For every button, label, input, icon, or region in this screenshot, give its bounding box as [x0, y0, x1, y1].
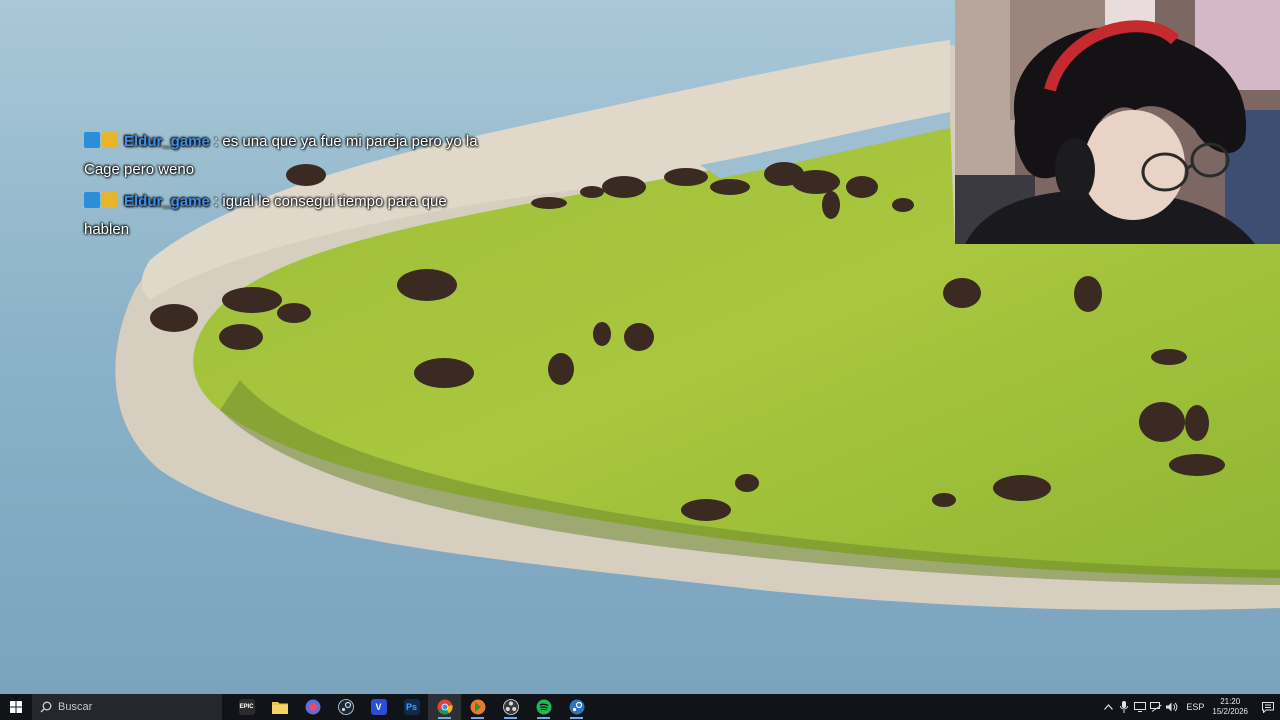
taskbar-search[interactable]: Buscar — [32, 694, 222, 720]
chat-separator: : — [214, 193, 219, 211]
chat-separator: : — [214, 133, 219, 150]
taskbar-app-circle[interactable] — [296, 694, 329, 720]
photoshop-icon: Ps — [403, 699, 420, 715]
input-language[interactable]: ESP — [1186, 702, 1204, 712]
taskbar-app-chrome[interactable] — [428, 694, 461, 720]
chrome-icon — [437, 699, 453, 715]
chat-message: Eldur_game : igual le consegui tiempo pa… — [84, 188, 484, 244]
steam-icon — [569, 699, 584, 715]
taskbar: Buscar EPIC V Ps ESP 21:20 15/2/2026 — [0, 694, 1280, 720]
steam-icon — [337, 699, 354, 715]
volume-icon[interactable] — [1164, 694, 1180, 720]
display-icon[interactable] — [1132, 694, 1148, 720]
taskbar-app-obs[interactable] — [494, 694, 527, 720]
start-button[interactable] — [0, 694, 32, 720]
chat-badges — [84, 128, 120, 156]
clock-date: 15/2/2026 — [1212, 707, 1248, 716]
taskbar-app-vegas[interactable]: V — [362, 694, 395, 720]
chat-message: Eldur_game : es una que ya fue mi pareja… — [84, 128, 484, 184]
search-placeholder: Buscar — [58, 701, 93, 713]
folder-icon — [271, 702, 288, 714]
notification-icon — [1262, 701, 1274, 713]
search-icon — [40, 701, 52, 713]
chat-username: Eldur_game — [124, 193, 210, 211]
subscriber-badge-icon — [102, 132, 118, 149]
windows-icon — [10, 701, 22, 713]
chat-overlay: Eldur_game : es una que ya fue mi pareja… — [84, 128, 484, 244]
show-hidden-icons-chevron-up-icon[interactable] — [1100, 694, 1116, 720]
network-icon[interactable] — [1148, 694, 1164, 720]
moderator-badge-icon — [84, 192, 100, 209]
app-circle-icon — [305, 699, 320, 715]
chat-badges — [84, 188, 120, 216]
taskbar-clock[interactable]: 21:20 15/2/2026 — [1212, 697, 1248, 717]
notification-center-button[interactable] — [1256, 694, 1280, 720]
obs-icon — [502, 699, 519, 715]
epic-games-icon: EPIC — [238, 699, 255, 715]
taskbar-app-steam[interactable] — [329, 694, 362, 720]
taskbar-app-spotify[interactable] — [527, 694, 560, 720]
chat-username: Eldur_game — [124, 133, 210, 150]
microphone-icon[interactable] — [1116, 694, 1132, 720]
vegas-icon: V — [370, 699, 387, 715]
taskbar-app-file-explorer[interactable] — [263, 694, 296, 720]
system-tray: ESP 21:20 15/2/2026 — [1100, 694, 1280, 720]
app-orange-icon — [470, 699, 485, 715]
taskbar-apps: EPIC V Ps — [230, 694, 593, 720]
taskbar-app-photoshop[interactable]: Ps — [395, 694, 428, 720]
taskbar-app-orange[interactable] — [461, 694, 494, 720]
subscriber-badge-icon — [102, 192, 118, 209]
webcam-overlay — [955, 0, 1280, 244]
taskbar-app-steam-2[interactable] — [560, 694, 593, 720]
taskbar-app-epic-games[interactable]: EPIC — [230, 694, 263, 720]
spotify-icon — [536, 699, 551, 715]
moderator-badge-icon — [84, 132, 100, 149]
clock-time: 21:20 — [1220, 697, 1241, 706]
